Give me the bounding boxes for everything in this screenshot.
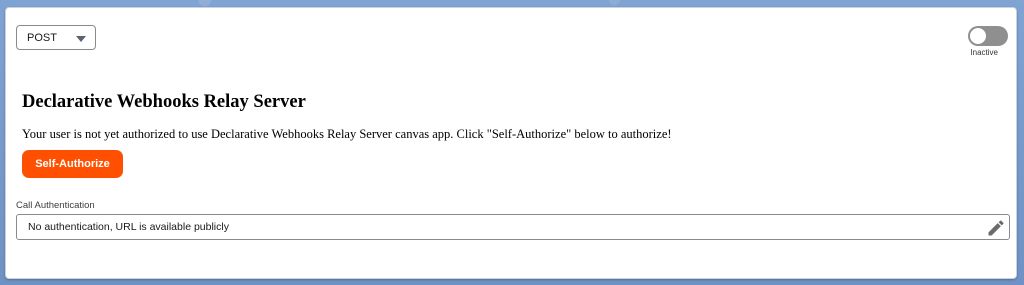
call-authentication-value: No authentication, URL is available publ… <box>28 221 229 233</box>
toggle-knob <box>970 28 986 44</box>
pencil-icon[interactable] <box>986 218 1006 238</box>
chevron-down-icon <box>76 36 86 42</box>
toggle-status-label: Inactive <box>970 48 998 57</box>
self-authorize-button[interactable]: Self-Authorize <box>22 150 123 178</box>
call-authentication-label: Call Authentication <box>16 200 95 211</box>
active-toggle[interactable] <box>968 26 1008 46</box>
main-card: POST Inactive Declarative Webhooks Relay… <box>5 7 1017 279</box>
call-authentication-field: No authentication, URL is available publ… <box>16 214 1010 240</box>
page-title: Declarative Webhooks Relay Server <box>22 92 306 112</box>
http-method-value: POST <box>27 31 57 44</box>
authorization-message: Your user is not yet authorized to use D… <box>22 127 672 141</box>
http-method-select[interactable]: POST <box>16 25 96 50</box>
